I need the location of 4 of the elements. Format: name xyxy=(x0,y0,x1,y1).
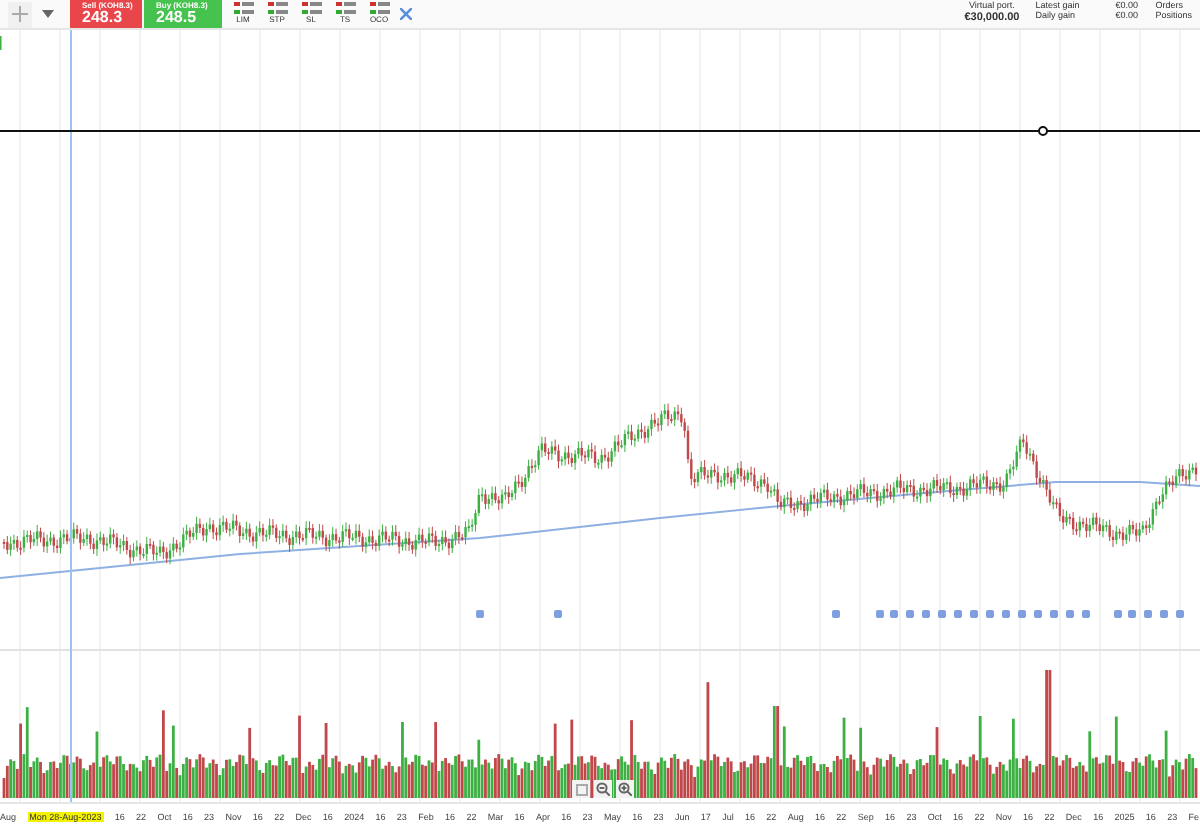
line-handle[interactable] xyxy=(1038,126,1048,136)
close-icon[interactable] xyxy=(400,8,412,20)
zoom-in-icon[interactable] xyxy=(616,780,634,798)
zoom-out-icon[interactable] xyxy=(594,780,612,798)
